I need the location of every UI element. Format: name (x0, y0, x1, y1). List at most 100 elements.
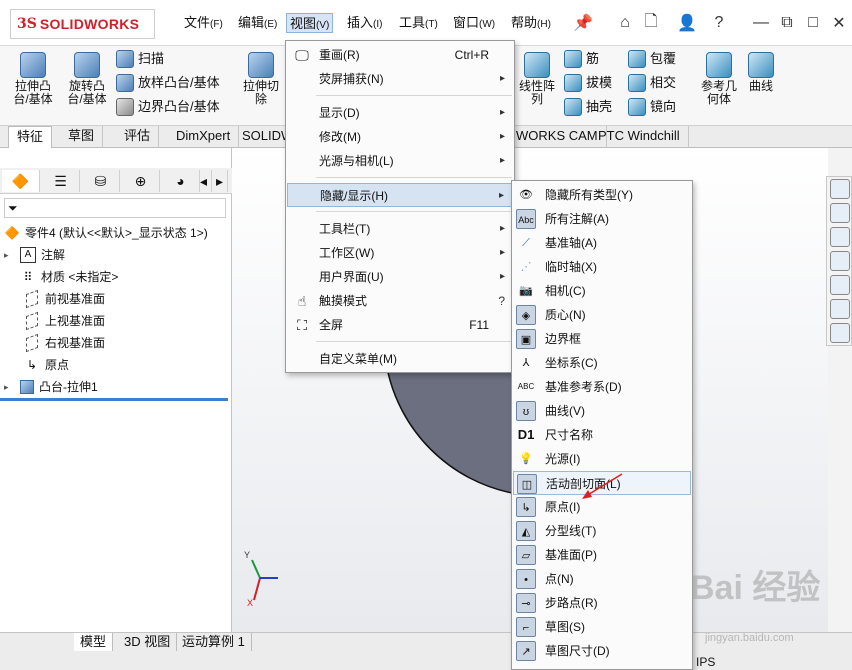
view-menu-display[interactable]: 显示(D) ▸ (287, 101, 513, 125)
restore-icon[interactable]: ⧉ (776, 12, 798, 34)
tab-sketch[interactable]: 草图 (60, 126, 104, 148)
menu-view[interactable]: 视图(V) (286, 13, 334, 33)
datum-reference-frames-item[interactable]: ABC 基准参考系(D) (513, 375, 691, 399)
view-menu-hide-show[interactable]: 隐藏/显示(H) ▸ (287, 183, 513, 207)
pin-icon[interactable]: 📌 (572, 12, 594, 34)
hide-all-types-item[interactable]: 👁 隐藏所有类型(Y) (513, 183, 691, 207)
tree-part-root[interactable]: 🔶 零件4 (默认<<默认>_显示状态 1>) (4, 222, 208, 244)
curves-item[interactable]: ʊ 曲线(V) (513, 399, 691, 423)
forum-icon[interactable] (830, 323, 850, 343)
tree-item-front-plane[interactable]: 前视基准面 (24, 288, 105, 310)
tree-item-material[interactable]: ⠿ 材质 <未指定> (20, 266, 119, 288)
coordinate-system-icon: ⅄ (522, 357, 530, 369)
units-indicator[interactable]: IPS (696, 655, 715, 669)
tree-item-origin[interactable]: ↳ 原点 (24, 354, 69, 376)
view-menu-lights-cameras[interactable]: 光源与相机(L) ▸ (287, 149, 513, 173)
view-menu-fullscreen[interactable]: ⛶ 全屏 F11 (287, 313, 513, 337)
extrude-cut-button[interactable]: 拉伸切 除 (236, 50, 286, 106)
configuration-tab-icon[interactable]: ⛁ (82, 170, 120, 192)
curves-button[interactable]: 曲线 (736, 50, 786, 93)
rib-button[interactable]: 筋 (564, 48, 599, 70)
display-manager-tab-icon[interactable]: ◕ (162, 170, 200, 192)
home-icon[interactable]: ⌂ (614, 12, 636, 34)
menu-window[interactable]: 窗口(W) (450, 13, 498, 33)
menu-edit[interactable]: 编辑(E) (235, 13, 280, 33)
expand-icon[interactable]: ▸ (4, 376, 14, 398)
view-menu-redraw[interactable]: 🖵 重画(R) Ctrl+R (287, 43, 513, 67)
help-icon[interactable]: ? (708, 12, 730, 34)
tree-item-top-plane[interactable]: 上视基准面 (24, 310, 105, 332)
feature-tree-tab-icon[interactable]: 🔶 (2, 170, 40, 192)
user-icon[interactable]: 👤 (676, 12, 698, 34)
tab-3d-view[interactable]: 3D 视图 (118, 633, 178, 651)
view-menu-customize[interactable]: 自定义菜单(M) (287, 347, 513, 371)
tree-item-boss-extrude[interactable]: ▸ 凸台-拉伸1 (4, 376, 98, 398)
home-pane-icon[interactable] (830, 179, 850, 199)
close-icon[interactable]: ✕ (828, 12, 850, 34)
view-menu-screen-capture[interactable]: 荧屏捕获(N) ▸ (287, 67, 513, 91)
shell-button[interactable]: 抽壳 (564, 96, 612, 118)
tab-model[interactable]: 模型 (74, 633, 114, 651)
lights-item[interactable]: 💡 光源(I) (513, 447, 691, 471)
loft-button[interactable]: 放样凸台/基体 (116, 72, 220, 94)
wrap-button[interactable]: 包覆 (628, 48, 676, 70)
axes-item[interactable]: ⟋ 基准轴(A) (513, 231, 691, 255)
cameras-item[interactable]: 📷 相机(C) (513, 279, 691, 303)
menu-help[interactable]: 帮助(H) (508, 13, 554, 33)
sketch-dimensions-item[interactable]: ↗ 草图尺寸(D) (513, 639, 691, 663)
view-menu-user-interface[interactable]: 用户界面(U) ▸ (287, 265, 513, 289)
expand-icon[interactable]: ▸ (4, 244, 14, 266)
view-palette-icon[interactable] (830, 251, 850, 271)
sweep-button[interactable]: 扫描 (116, 48, 164, 70)
bounding-box-item[interactable]: ▣ 边界框 (513, 327, 691, 351)
draft-button[interactable]: 拔模 (564, 72, 612, 94)
extrude-boss-button[interactable]: 拉伸凸 台/基体 (8, 50, 58, 106)
parting-lines-item[interactable]: ◭ 分型线(T) (513, 519, 691, 543)
property-manager-tab-icon[interactable]: ☰ (42, 170, 80, 192)
coordinate-systems-item[interactable]: ⅄ 坐标系(C) (513, 351, 691, 375)
plane-icon: ▱ (516, 545, 536, 565)
menu-tools[interactable]: 工具(T) (396, 13, 441, 33)
rollback-bar[interactable] (0, 398, 228, 401)
dimension-names-item[interactable]: D1 尺寸名称 (513, 423, 691, 447)
solidworks-logo[interactable]: 3S SOLIDWORKS (10, 9, 155, 39)
parts-library-icon[interactable] (830, 203, 850, 223)
planes-item[interactable]: ▱ 基准面(P) (513, 543, 691, 567)
tab-features[interactable]: 特征 (8, 126, 53, 148)
maximize-icon[interactable]: □ (802, 12, 824, 34)
route-points-item[interactable]: ⊸ 步路点(R) (513, 591, 691, 615)
revolve-boss-button[interactable]: 旋转凸 台/基体 (62, 50, 112, 106)
mirror-button[interactable]: 镜向 (628, 96, 676, 118)
intersect-button[interactable]: 相交 (628, 72, 676, 94)
view-menu-workspace[interactable]: 工作区(W) ▸ (287, 241, 513, 265)
revolve-boss-icon (74, 52, 100, 78)
all-annotations-item[interactable]: Abc 所有注解(A) (513, 207, 691, 231)
custom-properties-icon[interactable] (830, 299, 850, 319)
menu-file[interactable]: 文件(F) (181, 13, 226, 33)
appearances-icon[interactable] (830, 275, 850, 295)
new-document-icon[interactable]: 🗋 (640, 12, 662, 34)
tab-motion-study[interactable]: 运动算例 1 (176, 633, 252, 651)
tab-evaluate[interactable]: 评估 (116, 126, 160, 148)
menu-insert[interactable]: 插入(I) (344, 13, 385, 33)
center-of-mass-icon: ◈ (516, 305, 536, 325)
tree-filter[interactable]: ⏷ (4, 198, 226, 218)
minimize-icon[interactable]: — (750, 12, 772, 34)
view-menu-modify[interactable]: 修改(M) ▸ (287, 125, 513, 149)
sketches-item[interactable]: ⌐ 草图(S) (513, 615, 691, 639)
view-menu-toolbars[interactable]: 工具栏(T) ▸ (287, 217, 513, 241)
boundary-boss-button[interactable]: 边界凸台/基体 (116, 96, 220, 118)
tree-item-annotations[interactable]: ▸ A 注解 (4, 244, 65, 266)
view-menu-touch-mode[interactable]: ☝ 触摸模式? (287, 289, 513, 313)
tab-dimxpert[interactable]: DimXpert (168, 126, 240, 148)
center-of-mass-item[interactable]: ◈ 质心(N) (513, 303, 691, 327)
scroll-left-icon[interactable]: ◂ (196, 170, 212, 192)
points-item[interactable]: • 点(N) (513, 567, 691, 591)
tab-ptc-windchill[interactable]: PTC Windchill (590, 126, 689, 148)
dimxpert-tab-icon[interactable]: ⊕ (122, 170, 160, 192)
scroll-right-icon[interactable]: ▸ (212, 170, 228, 192)
temporary-axes-item[interactable]: ⋰ 临时轴(X) (513, 255, 691, 279)
file-explorer-icon[interactable] (830, 227, 850, 247)
tree-item-right-plane[interactable]: 右视基准面 (24, 332, 105, 354)
linear-pattern-button[interactable]: 线性阵 列 (512, 50, 562, 106)
